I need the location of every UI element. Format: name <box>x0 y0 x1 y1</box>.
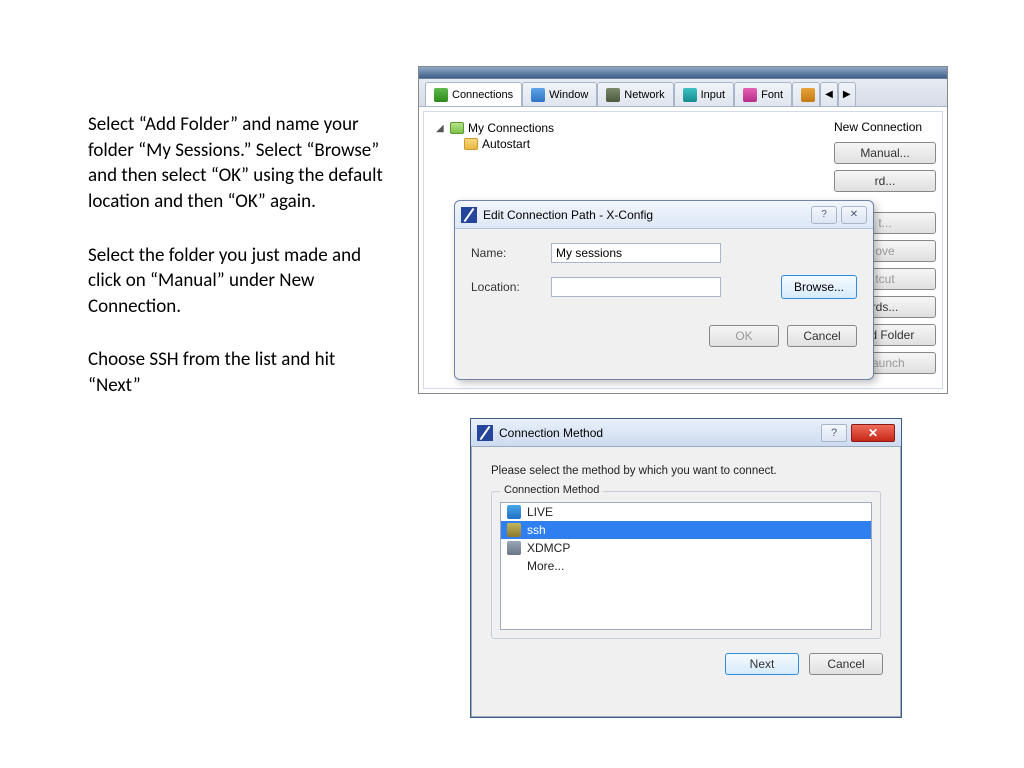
cancel-button[interactable]: Cancel <box>809 653 883 675</box>
ok-button[interactable]: OK <box>709 325 779 347</box>
wizard-button[interactable]: rd... <box>834 170 936 192</box>
app-icon <box>477 425 493 441</box>
app-icon <box>461 207 477 223</box>
instruction-p2: Select the folder you just made and clic… <box>88 243 388 320</box>
cm-item-ssh[interactable]: ssh <box>501 521 871 539</box>
xdmcp-icon <box>507 541 521 555</box>
folder-icon <box>464 138 478 150</box>
next-button[interactable]: Next <box>725 653 799 675</box>
folder-icon <box>450 122 464 134</box>
cm-title-text: Connection Method <box>499 426 603 440</box>
cm-group-legend: Connection Method <box>500 484 603 496</box>
new-connection-label: New Connection <box>834 120 936 134</box>
cm-item-live[interactable]: LIVE <box>501 503 871 521</box>
manual-button[interactable]: Manual... <box>834 142 936 164</box>
tab-window[interactable]: Window <box>522 82 597 106</box>
browse-button[interactable]: Browse... <box>781 275 857 299</box>
input-icon <box>683 88 697 102</box>
window-icon <box>531 88 545 102</box>
tab-more[interactable] <box>792 82 820 106</box>
cm-item-more[interactable]: More... <box>501 557 871 575</box>
close-button[interactable]: ✕ <box>841 206 867 224</box>
tab-scroll-right[interactable]: ▶ <box>838 82 856 106</box>
connections-icon <box>434 88 448 102</box>
help-button[interactable]: ? <box>821 424 847 442</box>
connections-tree[interactable]: ◢ My Connections Autostart Edit Connecti… <box>424 112 828 388</box>
help-button[interactable]: ? <box>811 206 837 224</box>
lock-icon <box>801 88 815 102</box>
instruction-text: Select “Add Folder” and name your folder… <box>88 112 388 427</box>
close-button[interactable]: ✕ <box>851 424 895 442</box>
instruction-p3: Choose SSH from the list and hit “Next” <box>88 347 388 398</box>
cm-group: Connection Method LIVE ssh XDMCP More... <box>491 491 881 639</box>
cm-titlebar: Connection Method ? ✕ <box>471 419 901 447</box>
tab-scroll-left[interactable]: ◀ <box>820 82 838 106</box>
font-icon <box>743 88 757 102</box>
instruction-p1: Select “Add Folder” and name your folder… <box>88 112 388 215</box>
edit-connection-path-dialog: Edit Connection Path - X-Config ? ✕ Name… <box>454 200 874 380</box>
location-label: Location: <box>471 280 541 294</box>
dialog-title: Edit Connection Path - X-Config <box>483 208 653 222</box>
caret-icon: ◢ <box>436 123 446 134</box>
tree-root[interactable]: ◢ My Connections <box>428 120 824 136</box>
tree-child-autostart[interactable]: Autostart <box>428 136 824 152</box>
cm-list[interactable]: LIVE ssh XDMCP More... <box>500 502 872 630</box>
cancel-button[interactable]: Cancel <box>787 325 857 347</box>
xconfig-window: Connections Window Network Input Font ◀ … <box>418 66 948 394</box>
tab-input[interactable]: Input <box>674 82 734 106</box>
ssh-icon <box>507 523 521 537</box>
tab-connections[interactable]: Connections <box>425 82 522 106</box>
name-input[interactable] <box>551 243 721 263</box>
tab-strip: Connections Window Network Input Font ◀ … <box>419 79 947 107</box>
xconfig-titlebar <box>419 67 947 79</box>
tab-network[interactable]: Network <box>597 82 673 106</box>
name-label: Name: <box>471 246 541 260</box>
location-input[interactable] <box>551 277 721 297</box>
network-icon <box>606 88 620 102</box>
connection-method-dialog: Connection Method ? ✕ Please select the … <box>470 418 902 718</box>
dialog-titlebar: Edit Connection Path - X-Config ? ✕ <box>455 201 873 229</box>
cm-item-xdmcp[interactable]: XDMCP <box>501 539 871 557</box>
tab-font[interactable]: Font <box>734 82 792 106</box>
cm-prompt: Please select the method by which you wa… <box>491 465 881 477</box>
live-icon <box>507 505 521 519</box>
